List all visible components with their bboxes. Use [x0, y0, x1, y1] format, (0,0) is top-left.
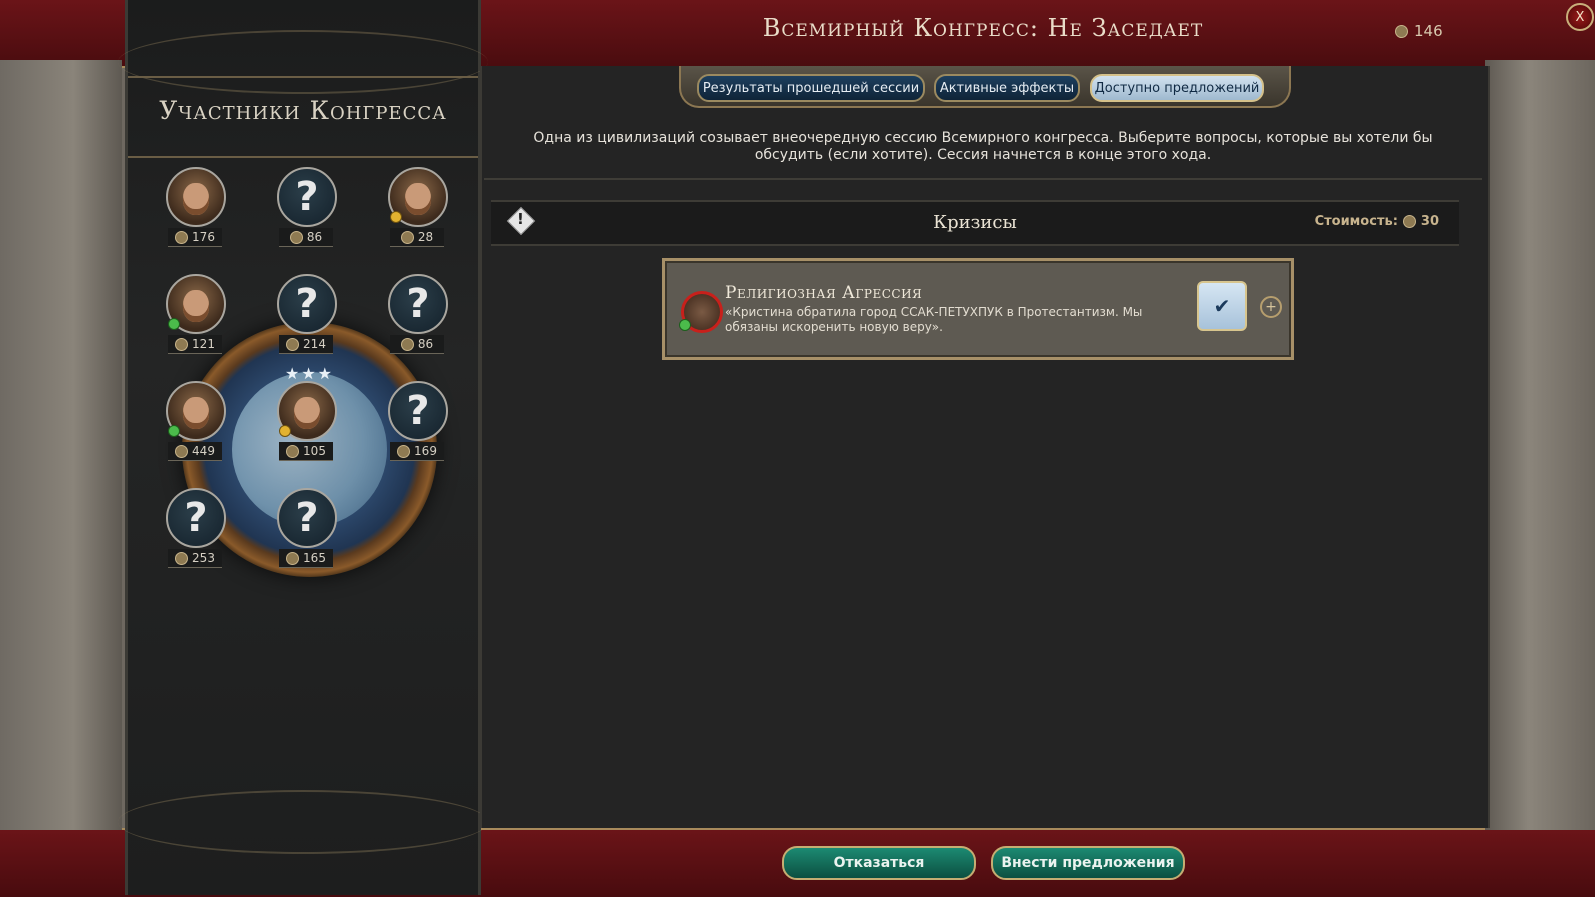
submit-proposals-button[interactable]: Внести предложения: [991, 846, 1185, 880]
favor-icon: [175, 230, 189, 244]
banner-arc-top: [118, 30, 488, 94]
panel-divider-top: [128, 76, 478, 78]
favor-icon: [175, 337, 189, 351]
member-favor: 214: [279, 335, 333, 354]
check-icon: ✔: [1213, 294, 1231, 318]
member-9[interactable]: ? 169: [388, 381, 448, 469]
proposal-card[interactable]: Религиозная Агрессия «Кристина обратила …: [662, 258, 1294, 360]
favor-icon: [286, 444, 300, 458]
member-7[interactable]: 449: [166, 381, 226, 469]
backdrop-left: [0, 60, 122, 830]
unknown-portrait-icon: ?: [166, 488, 226, 548]
unknown-portrait-icon: ?: [277, 274, 337, 334]
favor-icon: [1402, 215, 1416, 228]
player-favor-value: 146: [1414, 22, 1443, 40]
unknown-portrait-icon: ?: [277, 488, 337, 548]
unknown-portrait-icon: ?: [388, 274, 448, 334]
unknown-portrait-icon: ?: [388, 381, 448, 441]
favor-icon: [289, 230, 303, 244]
member-favor: 121: [168, 335, 222, 354]
status-icon: [679, 319, 691, 331]
tab-available-proposals[interactable]: Доступно предложений: [1090, 74, 1264, 102]
favor-icon: [397, 444, 411, 458]
main-panel: [480, 66, 1490, 828]
session-description: Одна из цивилизаций созывает внеочередну…: [484, 118, 1482, 180]
member-favor: 165: [279, 549, 333, 568]
backdrop-right: [1485, 60, 1595, 830]
tab-bar: Результаты прошедшей сессии Активные эфф…: [679, 66, 1291, 108]
status-icon: [168, 425, 180, 437]
favor-icon: [175, 444, 189, 458]
member-10[interactable]: ? 253: [166, 488, 226, 576]
members-title: Участники Конгресса: [159, 96, 447, 125]
member-2[interactable]: ? 86: [277, 167, 337, 255]
favor-icon: [175, 551, 189, 565]
page-title: Всемирный Конгресс: Не Заседает: [762, 14, 1204, 42]
proposal-title: Религиозная Агрессия: [725, 283, 923, 303]
favor-icon: [286, 337, 300, 351]
member-8[interactable]: 105: [277, 381, 337, 469]
status-icon: [279, 425, 291, 437]
favor-icon: [400, 230, 414, 244]
status-icon: [168, 318, 180, 330]
cost-label: Стоимость:: [1314, 214, 1398, 229]
leader-portrait: [166, 167, 226, 227]
tab-active-effects[interactable]: Активные эффекты: [934, 74, 1080, 102]
member-favor: 86: [279, 228, 333, 247]
cost-value: 30: [1420, 214, 1439, 229]
proposal-select-checkbox[interactable]: ✔: [1197, 281, 1247, 331]
panel-divider: [128, 156, 478, 158]
decline-button[interactable]: Отказаться: [782, 846, 976, 880]
member-5[interactable]: ? 214: [277, 274, 337, 362]
player-favor: 146: [1395, 22, 1443, 40]
congress-members-panel: Участники Конгресса ★★★ 176 ? 86 28 121 …: [118, 0, 488, 895]
member-favor: 176: [168, 228, 222, 247]
add-icon[interactable]: +: [1260, 296, 1282, 318]
section-header-crises: ! Кризисы Стоимость: 30: [491, 200, 1459, 246]
member-favor: 86: [390, 335, 444, 354]
session-description-text: Одна из цивилизаций созывает внеочередну…: [533, 130, 1433, 163]
favor-icon: [400, 337, 414, 351]
proposal-text: «Кристина обратила город ССАК-ПЕТУХПУК в…: [725, 305, 1143, 334]
member-favor: 449: [168, 442, 222, 461]
favor-icon: [1395, 24, 1408, 38]
member-favor: 28: [390, 228, 444, 247]
tab-previous-session[interactable]: Результаты прошедшей сессии: [697, 74, 925, 102]
member-favor: 169: [390, 442, 444, 461]
member-favor: 253: [168, 549, 222, 568]
member-6[interactable]: ? 86: [388, 274, 448, 362]
member-favor: 105: [279, 442, 333, 461]
member-4[interactable]: 121: [166, 274, 226, 362]
member-11[interactable]: ? 165: [277, 488, 337, 576]
status-icon: [390, 211, 402, 223]
member-3[interactable]: 28: [388, 167, 448, 255]
banner-arc-bottom: [118, 790, 488, 854]
unknown-portrait-icon: ?: [277, 167, 337, 227]
close-button[interactable]: X: [1566, 3, 1594, 31]
section-cost: Стоимость: 30: [1315, 214, 1439, 229]
member-1[interactable]: 176: [166, 167, 226, 255]
favor-icon: [286, 551, 300, 565]
